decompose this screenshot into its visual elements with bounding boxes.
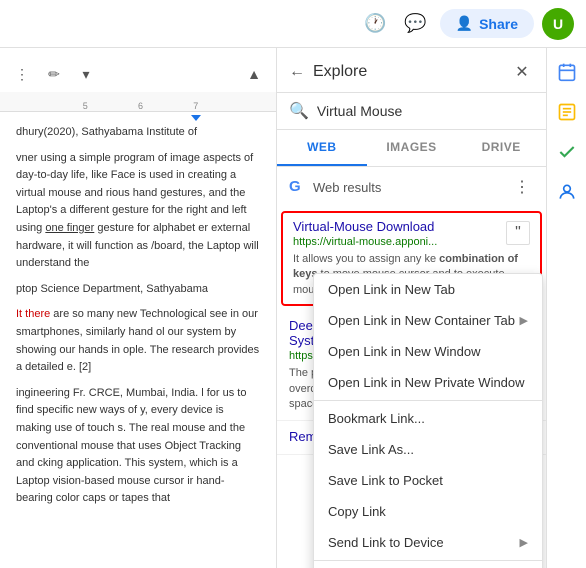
avatar[interactable]: U — [542, 8, 574, 40]
quote-icon-1[interactable]: " — [506, 221, 530, 245]
explore-tabs: WEB IMAGES DRIVE — [277, 130, 546, 167]
header: 🕐 💬 👤 Share U — [0, 0, 586, 48]
explore-panel: ← Explore ✕ 🔍 WEB IMAGES DRIVE G Web res… — [276, 48, 546, 568]
doc-para-1: dhury(2020), Sathyabama Institute of — [16, 124, 260, 142]
share-label: Share — [479, 16, 518, 32]
cm-save-pocket-label: Save Link to Pocket — [328, 473, 443, 488]
right-sidebar — [546, 48, 586, 568]
sidebar-calendar-icon[interactable] — [551, 56, 583, 88]
cm-open-container-tab-arrow: ▶ — [520, 314, 528, 327]
cm-bookmark-label: Bookmark Link... — [328, 411, 425, 426]
cm-open-new-window-label: Open Link in New Window — [328, 344, 480, 359]
result-title-1[interactable]: Virtual-Mouse Download — [293, 219, 530, 234]
cm-search-google[interactable]: Search Google for "Virtual-Mouse D..." — [314, 563, 542, 568]
doc-toolbar: ⋮ ✏ ▾ ▲ — [0, 56, 276, 92]
cm-open-private-label: Open Link in New Private Window — [328, 375, 525, 390]
cm-send-device-arrow: ▶ — [520, 536, 528, 549]
history-icon[interactable]: 🕐 — [360, 8, 392, 40]
context-menu: Open Link in New Tab Open Link in New Co… — [313, 273, 543, 568]
cm-open-new-tab-label: Open Link in New Tab — [328, 282, 455, 297]
doc-para-5: ingineering Fr. CRCE, Mumbai, India. l f… — [16, 385, 260, 508]
document-text: dhury(2020), Sathyabama Institute of vne… — [0, 120, 276, 520]
cm-open-new-window[interactable]: Open Link in New Window — [314, 336, 542, 367]
cm-copy-link-label: Copy Link — [328, 504, 386, 519]
tab-drive[interactable]: DRIVE — [456, 130, 546, 166]
explore-title: Explore — [313, 63, 502, 81]
share-button[interactable]: 👤 Share — [440, 9, 534, 38]
main-content: ⋮ ✏ ▾ ▲ 5 6 7 dhury(2020), Sathyabama In… — [0, 48, 586, 568]
doc-para-2: vner using a simple program of image asp… — [16, 150, 260, 273]
explore-close-btn[interactable]: ✕ — [510, 60, 534, 84]
ruler: 5 6 7 — [0, 92, 276, 112]
doc-menu-btn[interactable]: ⋮ — [8, 60, 36, 88]
web-results-header: G Web results ⋮ — [277, 167, 546, 207]
cm-copy-link[interactable]: Copy Link — [314, 496, 542, 527]
sidebar-tasks-icon[interactable] — [551, 136, 583, 168]
doc-para-3: ptop Science Department, Sathyabama — [16, 281, 260, 299]
explore-results: Virtual-Mouse Download https://virtual-m… — [277, 207, 546, 568]
cm-save-pocket[interactable]: Save Link to Pocket — [314, 465, 542, 496]
result-url-1: https://virtual-mouse.apponi... — [293, 236, 530, 248]
document-area: ⋮ ✏ ▾ ▲ 5 6 7 dhury(2020), Sathyabama In… — [0, 48, 276, 568]
doc-dropdown-btn[interactable]: ▾ — [72, 60, 100, 88]
cm-bookmark[interactable]: Bookmark Link... — [314, 403, 542, 434]
sidebar-notes-icon[interactable] — [551, 96, 583, 128]
cm-open-container-tab[interactable]: Open Link in New Container Tab ▶ — [314, 305, 542, 336]
doc-collapse-btn[interactable]: ▲ — [240, 60, 268, 88]
explore-back-btn[interactable]: ← — [289, 63, 305, 81]
cm-divider-1 — [314, 400, 542, 401]
cm-open-new-tab[interactable]: Open Link in New Tab — [314, 274, 542, 305]
avatar-initial: U — [553, 16, 563, 32]
comment-icon[interactable]: 💬 — [400, 8, 432, 40]
result-item-1: Virtual-Mouse Download https://virtual-m… — [281, 211, 542, 306]
web-results-label: Web results — [313, 180, 504, 195]
explore-search-input[interactable] — [317, 103, 534, 119]
tab-images[interactable]: IMAGES — [367, 130, 457, 166]
cm-save-as[interactable]: Save Link As... — [314, 434, 542, 465]
explore-search: 🔍 — [277, 93, 546, 130]
cm-open-container-tab-label: Open Link in New Container Tab — [328, 313, 515, 328]
results-menu-btn[interactable]: ⋮ — [510, 175, 534, 199]
explore-header: ← Explore ✕ — [277, 48, 546, 93]
doc-para-4: It there are so many new Technological s… — [16, 306, 260, 376]
google-logo: G — [289, 178, 307, 196]
cm-divider-2 — [314, 560, 542, 561]
cm-send-device[interactable]: Send Link to Device ▶ — [314, 527, 542, 558]
cm-open-private[interactable]: Open Link in New Private Window — [314, 367, 542, 398]
explore-search-icon: 🔍 — [289, 101, 309, 121]
share-people-icon: 👤 — [456, 15, 473, 32]
sidebar-contacts-icon[interactable] — [551, 176, 583, 208]
cm-send-device-label: Send Link to Device — [328, 535, 444, 550]
doc-pencil-btn[interactable]: ✏ — [40, 60, 68, 88]
cm-save-as-label: Save Link As... — [328, 442, 414, 457]
tab-web[interactable]: WEB — [277, 130, 367, 166]
